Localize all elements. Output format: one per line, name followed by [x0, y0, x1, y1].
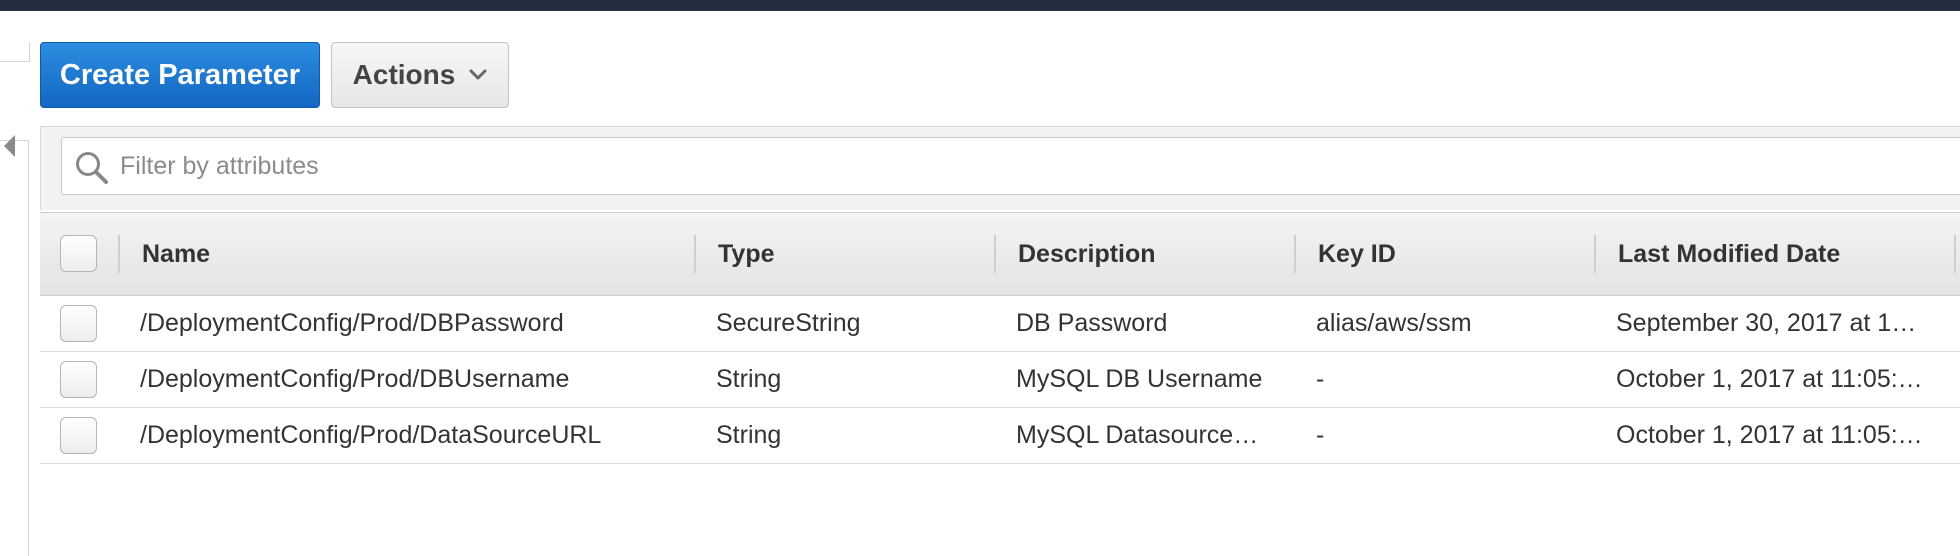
table-row[interactable]: /DeploymentConfig/Prod/DBPassword Secure… — [40, 296, 1960, 352]
parameter-name[interactable]: /DeploymentConfig/Prod/DataSourceURL — [140, 408, 700, 463]
parameter-key-id: alias/aws/ssm — [1316, 309, 1472, 337]
filter-bar — [40, 126, 1960, 210]
parameter-name[interactable]: /DeploymentConfig/Prod/DBUsername — [140, 352, 700, 407]
parameter-description: DB Password — [1016, 309, 1168, 337]
table-row[interactable]: /DeploymentConfig/Prod/DataSourceURL Str… — [40, 408, 1960, 464]
select-all-checkbox[interactable] — [60, 235, 97, 272]
filter-input[interactable] — [120, 138, 1940, 194]
parameter-last-modified: September 30, 2017 at 1… — [1616, 309, 1917, 337]
left-panel — [0, 42, 30, 556]
create-parameter-button[interactable]: Create Parameter — [40, 42, 320, 108]
chevron-down-icon — [469, 69, 487, 80]
column-header-description[interactable]: Description — [1018, 213, 1156, 295]
column-divider — [1594, 235, 1596, 273]
column-divider — [1954, 235, 1956, 273]
column-divider — [1294, 235, 1296, 273]
panel-divider — [28, 140, 29, 556]
parameter-description: MySQL Datasource… — [1016, 421, 1259, 449]
caret-left-icon — [4, 135, 15, 157]
collapse-panel-button[interactable] — [0, 130, 20, 160]
column-header-key-id[interactable]: Key ID — [1318, 213, 1396, 295]
parameter-name[interactable]: /DeploymentConfig/Prod/DBPassword — [140, 296, 700, 351]
column-divider — [118, 235, 120, 273]
row-checkbox[interactable] — [60, 305, 97, 342]
column-header-last-modified[interactable]: Last Modified Date — [1618, 213, 1840, 295]
actions-dropdown-button[interactable]: Actions — [331, 42, 509, 108]
parameter-type: String — [716, 365, 782, 393]
column-header-type[interactable]: Type — [718, 213, 775, 295]
column-divider — [694, 235, 696, 273]
filter-box — [61, 137, 1960, 195]
parameter-type: SecureString — [716, 309, 861, 337]
parameter-key-id: - — [1316, 365, 1325, 393]
column-divider — [994, 235, 996, 273]
parameter-last-modified: October 1, 2017 at 11:05:… — [1616, 421, 1923, 449]
parameter-key-id: - — [1316, 421, 1325, 449]
parameters-table: Name Type Description Key ID Last Modifi… — [40, 212, 1960, 464]
actions-label: Actions — [352, 59, 456, 90]
table-header: Name Type Description Key ID Last Modifi… — [40, 212, 1960, 296]
parameter-type: String — [716, 421, 782, 449]
table-row[interactable]: /DeploymentConfig/Prod/DBUsername String… — [40, 352, 1960, 408]
column-header-name[interactable]: Name — [142, 213, 210, 295]
row-checkbox[interactable] — [60, 417, 97, 454]
panel-divider — [0, 42, 30, 62]
row-checkbox[interactable] — [60, 361, 97, 398]
parameter-last-modified: October 1, 2017 at 11:05:… — [1616, 365, 1923, 393]
search-icon — [76, 152, 108, 184]
parameter-description: MySQL DB Username — [1016, 365, 1263, 393]
top-nav-bar — [0, 0, 1960, 11]
